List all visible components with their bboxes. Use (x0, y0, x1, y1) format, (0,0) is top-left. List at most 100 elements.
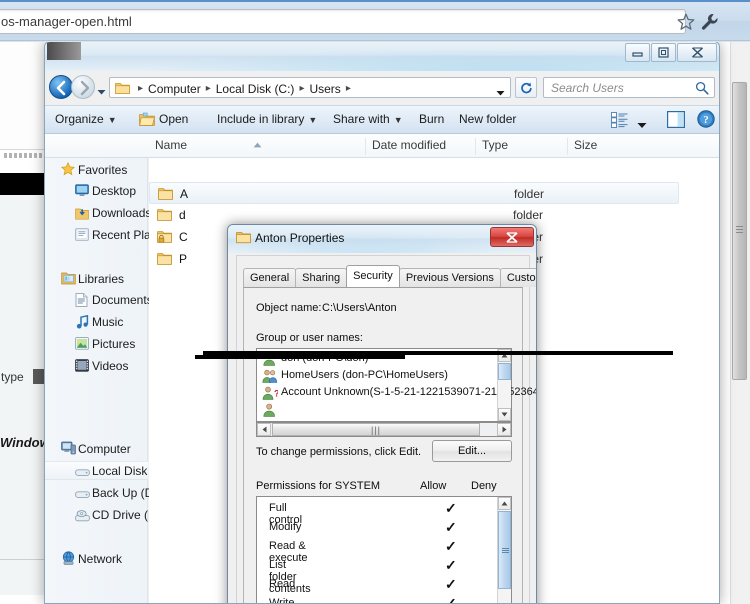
refresh-button[interactable] (515, 77, 537, 98)
close-icon (691, 47, 703, 58)
burn-button[interactable]: Burn (419, 112, 444, 126)
wrench-icon[interactable] (700, 12, 720, 32)
file-name: C (179, 230, 188, 244)
dialog-titlebar[interactable]: Anton Properties (228, 225, 536, 253)
sidebar-item-music[interactable]: Music (92, 315, 123, 329)
scroll-thumb[interactable]: ||| (272, 423, 480, 436)
column-header-date-modified[interactable]: Date modified (365, 138, 475, 155)
forward-arrow-icon (80, 80, 90, 96)
tab-customize[interactable]: Customize (499, 268, 536, 287)
organize-button[interactable]: Organize ▼ (55, 112, 117, 126)
tab-previous-versions[interactable]: Previous Versions (398, 268, 501, 287)
allow-checkmark-icon: ✓ (445, 538, 457, 554)
back-button[interactable] (49, 75, 73, 99)
column-header-size[interactable]: Size (567, 138, 657, 155)
sidebar-group-computer[interactable]: Computer (78, 442, 131, 456)
edit-button[interactable]: Edit... (432, 440, 512, 462)
address-bar[interactable]: os-manager-open.html (0, 9, 686, 34)
sidebar-item-videos[interactable]: Videos (92, 359, 128, 373)
pictures-icon (75, 337, 89, 355)
list-horizontal-scrollbar[interactable]: ||| (256, 422, 512, 437)
dialog-tabs: General Sharing Security Previous Versio… (243, 265, 536, 287)
sidebar-item-downloads[interactable]: Downloads (92, 206, 151, 220)
address-dropdown-icon[interactable] (496, 84, 505, 102)
search-box[interactable]: Search Users (543, 77, 715, 98)
search-icon (695, 81, 709, 100)
tab-general[interactable]: General (243, 268, 297, 287)
folder-icon (157, 251, 172, 271)
close-icon (506, 231, 518, 243)
sidebar-item-pictures[interactable]: Pictures (92, 337, 135, 351)
breadcrumb-item-local-disk[interactable]: Local Disk (C:) (215, 82, 296, 96)
allow-checkmark-icon: ✓ (445, 500, 457, 516)
table-row[interactable]: d folder (149, 204, 679, 226)
breadcrumb-separator-1: ▸ (205, 83, 211, 94)
dialog-close-button[interactable] (490, 227, 534, 247)
page-black-bar (0, 173, 44, 195)
include-in-library-label: Include in library (217, 112, 305, 126)
view-dropdown-icon[interactable] (637, 116, 647, 134)
recent-pages-dropdown[interactable] (97, 83, 106, 101)
breadcrumb-item-computer[interactable]: Computer (147, 82, 202, 96)
explorer-navigation-bar: ▸ Computer ▸ Local Disk (C:) ▸ Users ▸ S… (45, 71, 719, 105)
sort-ascending-icon (253, 137, 262, 151)
libraries-icon (61, 271, 76, 290)
sidebar-group-network[interactable]: Network (78, 552, 122, 566)
view-list-icon[interactable] (611, 112, 628, 133)
explorer-toolbar: Organize ▼ Open Include in library ▼ Share… (45, 105, 719, 134)
page-card (0, 40, 44, 150)
tab-sharing[interactable]: Sharing (295, 268, 348, 287)
downloads-icon (75, 206, 89, 225)
file-type: folder (514, 187, 545, 201)
music-icon (76, 314, 89, 334)
group-user-list[interactable]: don (don-PC\don) HomeUsers (don-PC\HomeU… (256, 348, 536, 422)
page-body (0, 195, 44, 595)
address-bar[interactable]: ▸ Computer ▸ Local Disk (C:) ▸ Users ▸ (109, 77, 511, 98)
sidebar-group-favorites[interactable]: Favorites (78, 163, 127, 177)
column-header-name[interactable]: Name (149, 138, 365, 155)
scroll-left-button[interactable] (257, 423, 271, 436)
maximize-button[interactable] (651, 43, 676, 62)
explorer-titlebar[interactable] (45, 42, 719, 71)
sidebar-group-libraries[interactable]: Libraries (78, 272, 124, 286)
new-folder-button[interactable]: New folder (459, 112, 516, 126)
breadcrumb-item-users[interactable]: Users (308, 82, 341, 96)
star-icon[interactable] (677, 13, 695, 31)
window-controls (624, 43, 717, 62)
forward-button[interactable] (71, 75, 95, 99)
allow-checkmark-icon: ✓ (445, 557, 457, 573)
star-icon (60, 161, 76, 181)
file-name: P (179, 252, 188, 266)
permissions-list[interactable]: Full control ✓ Modify ✓ Read & execute ✓ (256, 496, 512, 603)
scroll-right-button[interactable] (497, 423, 511, 436)
table-row[interactable]: A folder (149, 182, 679, 204)
scroll-down-button[interactable] (498, 408, 511, 421)
include-in-library-button[interactable]: Include in library ▼ (217, 112, 317, 126)
preview-pane-icon[interactable] (667, 111, 685, 133)
list-item-label: HomeUsers (don-PC\HomeUsers) (281, 369, 448, 381)
permissions-vertical-scrollbar[interactable] (497, 497, 511, 603)
chevron-up-icon (501, 501, 508, 506)
column-header-type[interactable]: Type (475, 138, 567, 155)
svg-text:?: ? (274, 389, 278, 399)
drive-icon (75, 465, 90, 483)
sidebar-item-desktop[interactable]: Desktop (92, 184, 136, 198)
list-vertical-scrollbar[interactable] (497, 349, 511, 421)
documents-icon (75, 293, 88, 312)
url-text[interactable]: os-manager-open.html (1, 14, 132, 29)
sidebar-item-documents[interactable]: Documents (92, 293, 153, 307)
permission-name: Read (269, 578, 296, 590)
close-button[interactable] (677, 43, 717, 62)
minimize-button[interactable] (625, 43, 650, 62)
redaction-bar (195, 355, 405, 359)
page-text-window: Window (0, 435, 50, 450)
scroll-thumb[interactable] (498, 511, 511, 589)
tab-security[interactable]: Security (346, 265, 400, 287)
open-button[interactable]: Open (159, 112, 188, 126)
search-input[interactable]: Search Users (551, 81, 624, 95)
share-with-button[interactable]: Share with ▼ (333, 112, 403, 126)
page-small-text (4, 153, 42, 158)
help-icon[interactable]: ? (697, 110, 715, 133)
scroll-thumb[interactable] (498, 363, 511, 380)
scroll-up-button[interactable] (498, 497, 511, 510)
